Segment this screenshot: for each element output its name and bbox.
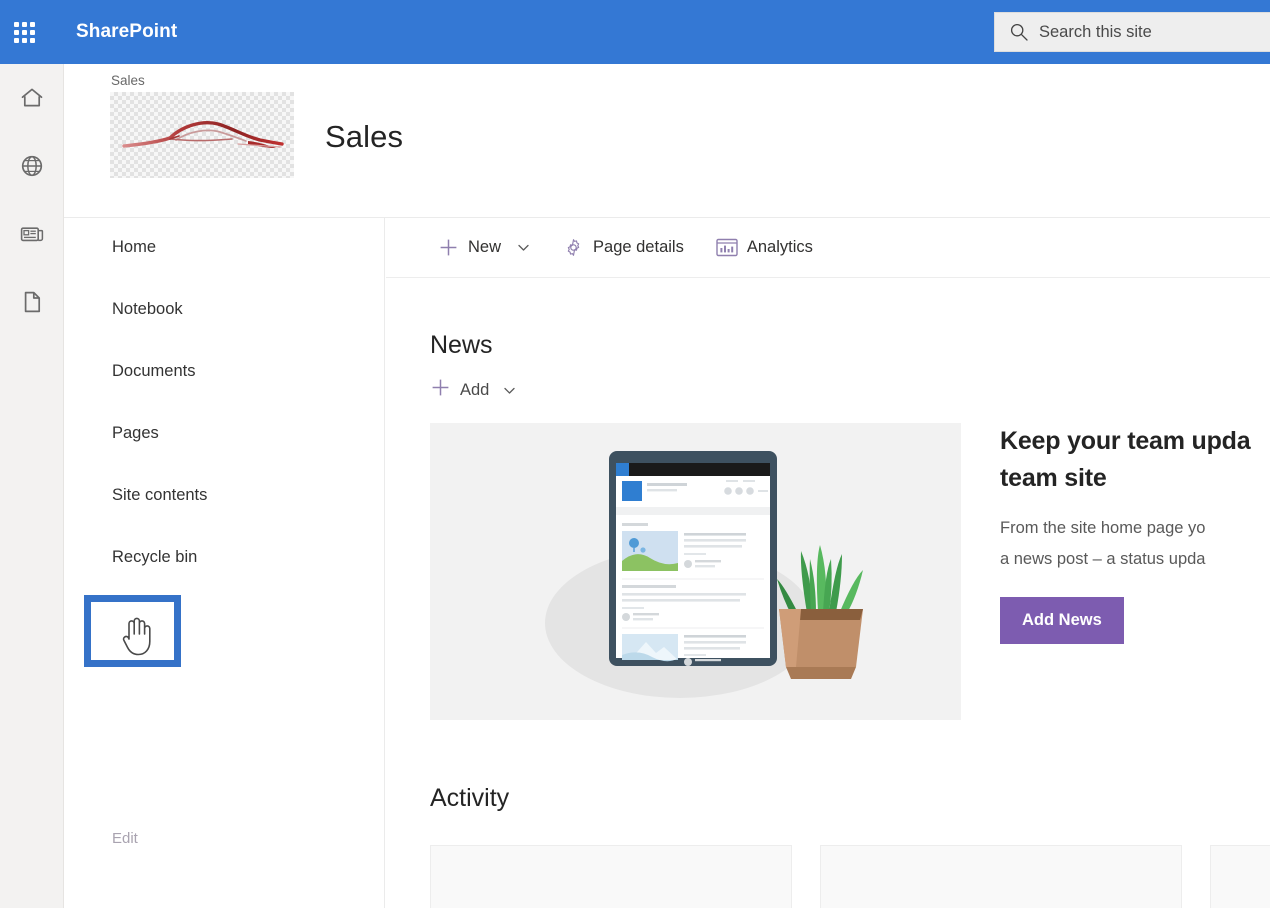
- site-navigation: Home Notebook Documents Pages Site conte…: [64, 218, 385, 908]
- app-launcher-button[interactable]: [0, 0, 48, 64]
- sharepoint-brand-link[interactable]: SharePoint: [76, 21, 177, 43]
- document-icon: [18, 288, 46, 316]
- activity-card-list: [430, 845, 1270, 908]
- command-bar: New Page details Analytics: [386, 218, 1270, 278]
- analytics-button[interactable]: Analytics: [708, 227, 821, 269]
- sidebar-item-documents[interactable]: Documents: [112, 362, 195, 381]
- page-details-label: Page details: [593, 238, 684, 256]
- rail-item-files[interactable]: [0, 268, 64, 336]
- breadcrumb[interactable]: Sales: [111, 73, 145, 88]
- activity-section-title: Activity: [430, 784, 510, 812]
- page-canvas: News Add Keep your team upda team site F…: [386, 279, 1270, 908]
- bar-chart-icon: [716, 238, 738, 258]
- page-title[interactable]: Sales: [325, 119, 403, 155]
- car-logo-icon: [122, 121, 284, 148]
- new-button-label: New: [468, 238, 502, 256]
- news-description-line-1: From the site home page yo: [1000, 519, 1206, 537]
- sidebar-item-home[interactable]: Home: [112, 238, 156, 257]
- add-news-button[interactable]: Add News: [1000, 597, 1124, 644]
- site-logo: [110, 92, 294, 178]
- activity-card[interactable]: [820, 845, 1182, 908]
- news-icon: [18, 220, 46, 248]
- search-icon: [1009, 22, 1029, 42]
- sidebar-item-notebook[interactable]: Notebook: [112, 300, 183, 319]
- sidebar-edit-link[interactable]: Edit: [112, 830, 138, 847]
- plus-icon: [430, 377, 451, 403]
- app-launcher-icon: [13, 21, 35, 43]
- home-icon: [18, 84, 46, 112]
- app-rail: [0, 64, 64, 908]
- sidebar-item-pages[interactable]: Pages: [112, 424, 159, 443]
- plus-icon: [438, 237, 459, 258]
- rail-item-home[interactable]: [0, 64, 64, 132]
- sidebar-item-site-contents[interactable]: Site contents: [112, 486, 207, 505]
- page-details-button[interactable]: Page details: [555, 227, 692, 269]
- news-hero-image[interactable]: [430, 423, 961, 720]
- news-headline-line-1: Keep your team upda: [1000, 427, 1251, 455]
- chevron-down-icon: [516, 240, 531, 255]
- activity-card[interactable]: [1210, 845, 1270, 908]
- tablet-with-news-and-plant-illustration: [545, 451, 863, 698]
- rail-item-news[interactable]: [0, 200, 64, 268]
- news-section-title: News: [430, 331, 493, 359]
- news-description-line-2: a news post – a status upda: [1000, 550, 1206, 568]
- suite-bar: SharePoint: [0, 0, 1270, 64]
- new-button[interactable]: New: [430, 227, 539, 269]
- news-headline-line-2: team site: [1000, 464, 1107, 492]
- sidebar-item-recycle-bin[interactable]: Recycle bin: [112, 548, 197, 567]
- search-input[interactable]: [1039, 22, 1269, 42]
- chevron-down-icon: [502, 383, 517, 398]
- rail-item-web[interactable]: [0, 132, 64, 200]
- analytics-label: Analytics: [746, 238, 813, 256]
- news-add-button[interactable]: Add: [430, 377, 517, 403]
- sharepoint-site-page: SharePoint Search this site Sales Sales …: [0, 0, 1270, 908]
- gear-icon: [563, 237, 584, 258]
- news-add-label: Add: [460, 380, 490, 399]
- globe-icon: [18, 152, 46, 180]
- search-box[interactable]: [994, 12, 1270, 52]
- news-story: Keep your team upda team site From the s…: [1000, 423, 1270, 644]
- site-header: Sales Sales: [64, 64, 1270, 218]
- activity-card[interactable]: [430, 845, 792, 908]
